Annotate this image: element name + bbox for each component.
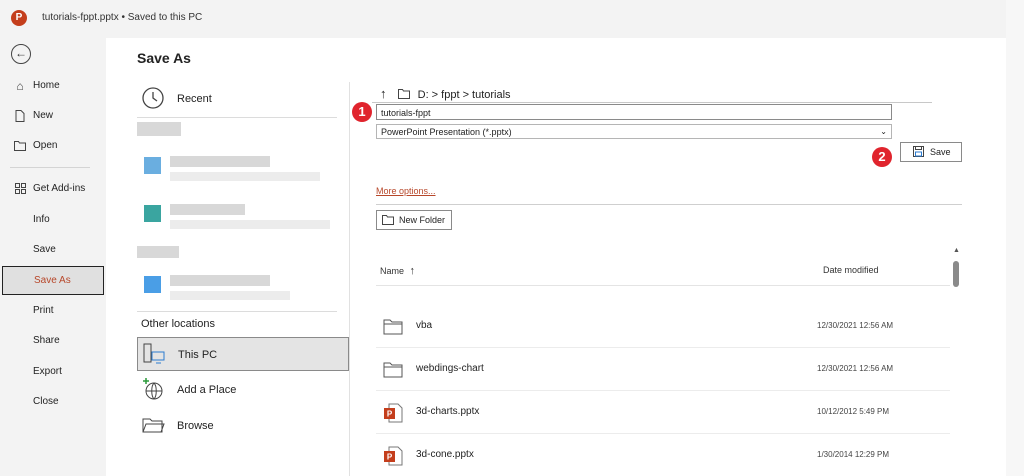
nav-label: Open [33,140,58,151]
file-name: vba [416,320,433,331]
new-folder-icon [382,215,394,225]
nav-get-add-ins[interactable]: Get Add-ins [0,174,106,204]
file-row-webdings-chart[interactable]: webdings-chart 12/30/2021 12:56 AM [376,348,950,390]
nav-label: Save [33,244,56,255]
scroll-up-arrow-icon[interactable]: ▲ [953,247,960,254]
scroll-thumb[interactable] [953,261,959,287]
folder-icon [397,89,410,99]
open-folder-icon [13,131,27,162]
file-date: 12/30/2021 12:56 AM [817,364,894,373]
step-badge-2: 2 [872,147,892,167]
nav-export[interactable]: Export [0,357,106,387]
nav-label: Save As [34,275,71,286]
location-divider [137,117,337,118]
nav-new[interactable]: New [0,101,106,131]
column-header-date[interactable]: Date modified [823,265,879,275]
nav-open[interactable]: Open [0,131,106,161]
nav-divider [10,167,90,168]
up-arrow-icon[interactable]: ↑ [380,86,387,101]
nav-save-as[interactable]: Save As [2,266,104,295]
add-place-icon [143,378,163,400]
panel-divider [349,82,350,476]
sort-up-arrow-icon: ↑ [409,265,416,277]
nav-close[interactable]: Close [0,387,106,417]
svg-text:P: P [387,410,393,419]
file-row-3d-charts[interactable]: P 3d-charts.pptx 10/12/2012 5:49 PM [376,391,950,433]
column-label: Name [380,266,405,276]
powerpoint-logo-icon: P [11,10,27,26]
location-browse[interactable]: Browse [137,409,349,443]
location-label: Add a Place [177,384,237,396]
page-title: Save As [137,50,191,66]
new-folder-label: New Folder [399,215,446,225]
nav-share[interactable]: Share [0,326,106,356]
pptx-file-icon: P [384,403,403,423]
save-disk-icon [913,146,924,157]
file-thumbnail [144,276,161,293]
file-date: 12/30/2021 12:56 AM [817,321,894,330]
file-list-scrollbar[interactable]: ▲ [951,247,961,476]
backstage-nav: ← ⌂ Home New Open Get Add-ins Info Save … [0,38,106,476]
clock-icon [142,87,164,109]
folder-icon [383,362,403,378]
browse-folder-icon [142,418,165,433]
filetype-value: PowerPoint Presentation (*.pptx) [381,127,512,137]
svg-text:P: P [387,453,393,462]
nav-label: Home [33,80,60,91]
column-header-name[interactable]: Name ↑ [380,265,415,277]
location-divider [137,311,337,312]
other-locations-heading: Other locations [141,318,215,330]
nav-label: Export [33,366,62,377]
window-title: tutorials-fppt.pptx • Saved to this PC [42,12,203,23]
chevron-down-icon: ⌄ [880,127,887,136]
home-icon: ⌂ [16,79,24,93]
location-label: This PC [178,349,218,361]
header-divider [376,285,950,286]
nav-info[interactable]: Info [0,205,106,235]
file-date: 1/30/2014 12:29 PM [817,450,890,459]
filename-input[interactable]: tutorials-fppt [376,104,892,120]
folder-icon [383,319,403,335]
location-recent[interactable]: Recent [137,82,349,116]
new-folder-button[interactable]: New Folder [376,210,452,230]
file-row-3d-cone[interactable]: P 3d-cone.pptx 1/30/2014 12:29 PM [376,434,950,476]
pptx-file-icon: P [384,446,403,466]
this-pc-icon [143,343,165,364]
path-text[interactable]: D: > fppt > tutorials [418,89,511,101]
location-label: Browse [177,420,214,432]
file-date: 10/12/2012 5:49 PM [817,407,890,416]
add-ins-icon [13,174,27,205]
nav-label: Close [33,396,59,407]
location-label: Recent [177,93,212,105]
breadcrumb: ↑ D: > fppt > tutorials [380,86,511,101]
file-name: 3d-cone.pptx [416,449,474,460]
nav-label: Info [33,214,50,225]
step-badge-1: 1 [352,102,372,122]
back-arrow-icon[interactable]: ← [11,44,31,64]
nav-label: Share [33,335,60,346]
save-button[interactable]: Save [900,142,962,162]
filetype-select[interactable]: PowerPoint Presentation (*.pptx) ⌄ [376,124,892,139]
file-row-vba[interactable]: vba 12/30/2021 12:56 AM [376,305,950,347]
nav-label: Print [33,305,54,316]
new-file-icon [13,101,27,133]
file-thumbnail [144,205,161,222]
file-thumbnail [144,157,161,174]
save-button-label: Save [930,147,951,157]
location-add-a-place[interactable]: Add a Place [137,373,349,407]
file-name: 3d-charts.pptx [416,406,480,417]
options-divider [376,204,962,205]
nav-save[interactable]: Save [0,235,106,265]
breadcrumb-underline [372,102,932,103]
nav-home[interactable]: ⌂ Home [0,71,106,101]
nav-label: Get Add-ins [33,183,86,194]
more-options-link[interactable]: More options... [376,186,436,196]
window-edge [1006,0,1024,476]
nav-print[interactable]: Print [0,296,106,326]
nav-label: New [33,110,54,121]
location-this-pc[interactable]: This PC [137,337,349,371]
title-bar: P tutorials-fppt.pptx • Saved to this PC [0,0,1024,38]
file-name: webdings-chart [416,363,484,374]
